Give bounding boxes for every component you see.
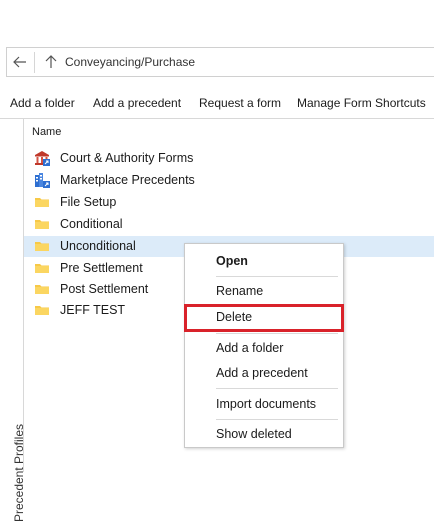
list-item-label: File Setup — [60, 195, 117, 209]
menu-item-label: Add a precedent — [216, 366, 308, 380]
menu-item-label: Open — [216, 254, 248, 268]
list-item-court-authority-forms[interactable]: Court & Authority Forms — [24, 148, 434, 169]
list-item-label: Post Settlement — [60, 282, 149, 296]
folder-icon — [35, 242, 49, 251]
nav-separator — [34, 52, 35, 73]
menu-separator — [216, 419, 338, 420]
folder-icon — [35, 306, 49, 315]
manage-form-shortcuts-button[interactable]: Manage Form Shortcuts — [297, 96, 426, 110]
menu-separator — [216, 276, 338, 277]
menu-item-delete[interactable]: Delete — [185, 307, 343, 327]
add-precedent-button[interactable]: Add a precedent — [93, 96, 181, 110]
list-item-conditional[interactable]: Conditional — [24, 214, 434, 235]
back-arrow-icon[interactable] — [9, 51, 31, 73]
list-item-marketplace-precedents[interactable]: Marketplace Precedents — [24, 170, 434, 191]
folder-icon — [35, 285, 49, 294]
add-folder-button[interactable]: Add a folder — [10, 96, 75, 110]
court-building-icon — [35, 151, 50, 166]
menu-item-rename[interactable]: Rename — [185, 281, 343, 301]
menu-item-label: Rename — [216, 284, 264, 298]
up-arrow-icon[interactable] — [40, 51, 62, 73]
menu-item-add-folder[interactable]: Add a folder — [185, 338, 343, 358]
folder-icon — [35, 220, 49, 229]
menu-item-add-precedent[interactable]: Add a precedent — [185, 363, 343, 383]
precedent-profiles-label: Precedent Profiles — [12, 423, 26, 522]
menu-separator — [216, 333, 338, 334]
list-item-label: Unconditional — [60, 239, 136, 253]
breadcrumb-path[interactable]: Conveyancing/Purchase — [65, 55, 195, 69]
menu-item-label: Delete — [216, 310, 253, 324]
header-divider — [24, 118, 434, 119]
name-column-header[interactable]: Name — [32, 126, 61, 138]
precedent-profiles-tab[interactable]: Precedent Profiles — [0, 118, 26, 522]
list-item-label: Pre Settlement — [60, 261, 143, 275]
menu-separator — [216, 388, 338, 389]
menu-item-label: Add a folder — [216, 341, 284, 355]
menu-item-label: Import documents — [216, 397, 317, 411]
folder-icon — [35, 198, 49, 207]
menu-item-show-deleted[interactable]: Show deleted — [185, 424, 343, 444]
context-menu: Open Rename Delete Add a folder Add a pr… — [184, 243, 344, 448]
list-item-label: Marketplace Precedents — [60, 173, 195, 187]
menu-item-import-documents[interactable]: Import documents — [185, 394, 343, 414]
list-item-label: JEFF TEST — [60, 303, 126, 317]
menu-item-label: Show deleted — [216, 427, 292, 441]
list-item-file-setup[interactable]: File Setup — [24, 192, 434, 213]
marketplace-building-icon — [35, 173, 50, 188]
request-form-button[interactable]: Request a form — [199, 96, 281, 110]
address-bar: Conveyancing/Purchase — [6, 47, 434, 77]
list-item-label: Conditional — [60, 217, 123, 231]
folder-icon — [35, 264, 49, 273]
list-item-label: Court & Authority Forms — [60, 151, 194, 165]
menu-item-open[interactable]: Open — [185, 251, 343, 271]
